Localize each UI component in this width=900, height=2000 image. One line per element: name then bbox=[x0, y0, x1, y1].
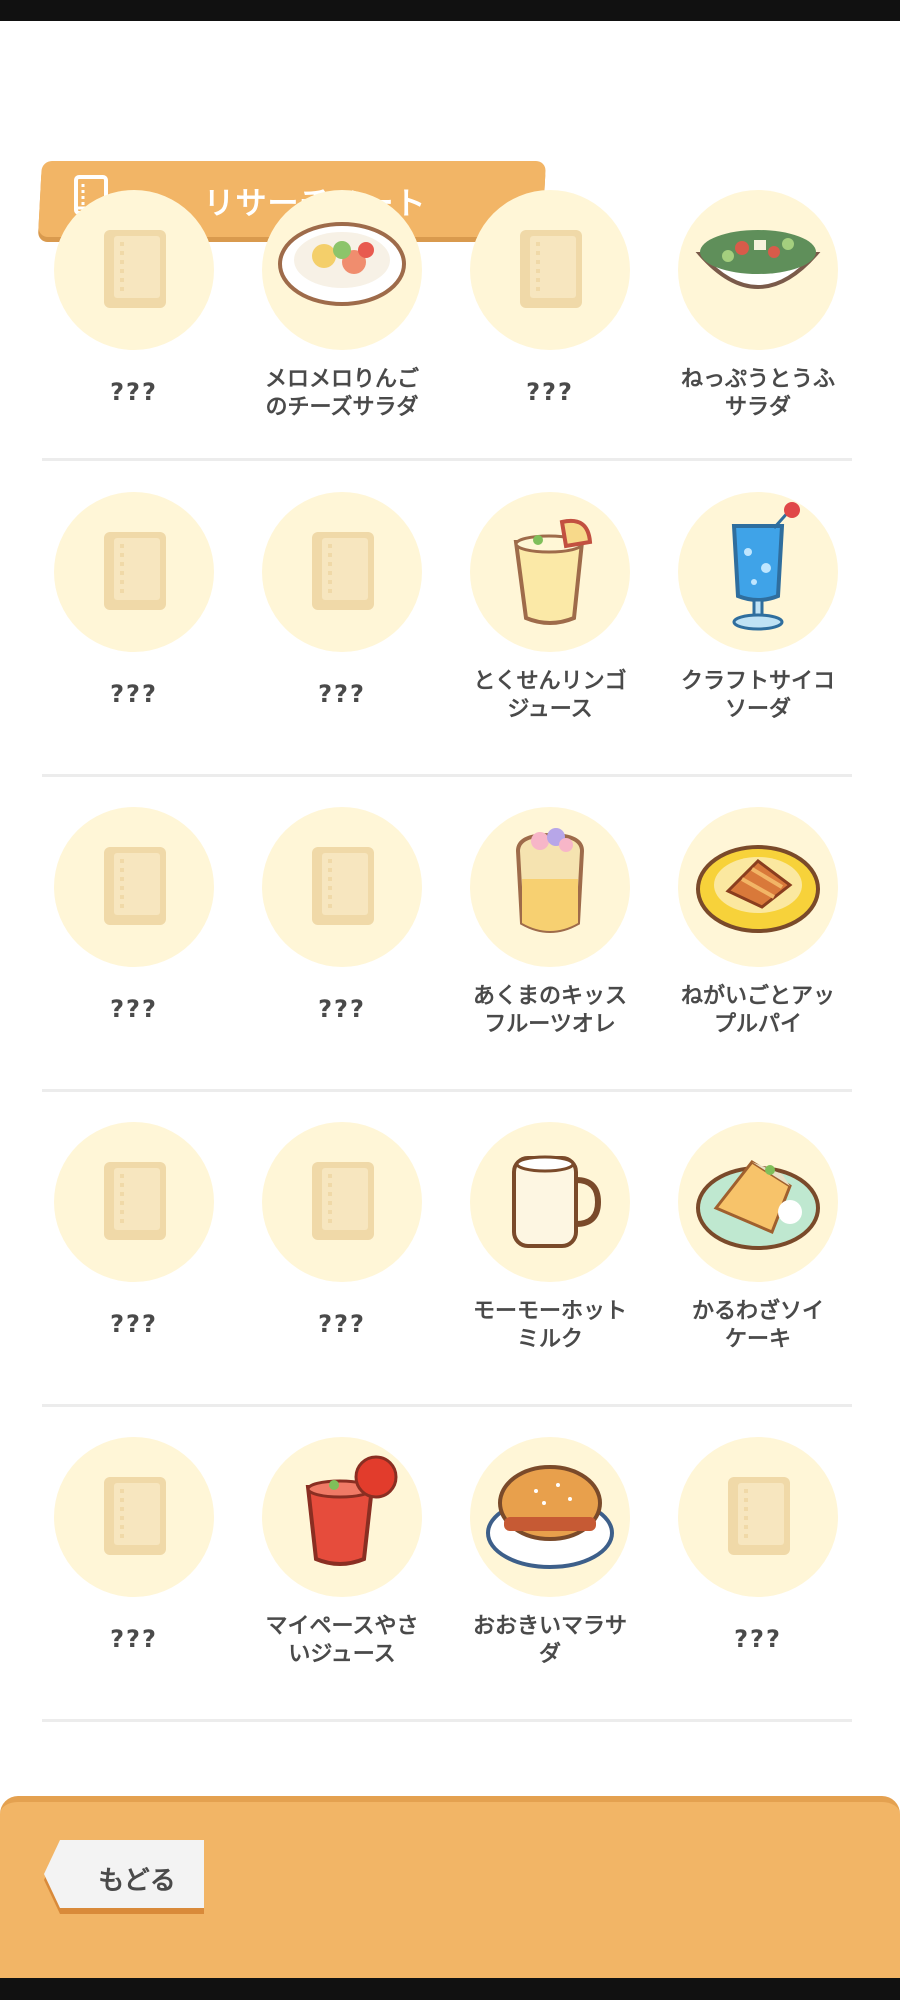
dish-name: ??? bbox=[110, 995, 158, 1023]
row-divider bbox=[42, 1719, 852, 1722]
unknown-book-icon bbox=[470, 190, 630, 350]
unknown-book-icon bbox=[54, 807, 214, 967]
grid-row: ??? ??? とくせんリンゴ ジュース クラフトサイコ ソーダ bbox=[0, 461, 900, 777]
unknown-book-icon bbox=[54, 492, 214, 652]
unknown-book-icon bbox=[262, 492, 422, 652]
dish-name: ??? bbox=[110, 1310, 158, 1338]
dish-name: ??? bbox=[734, 1625, 782, 1653]
tofu-salad-icon bbox=[678, 190, 838, 350]
dish-name: メロメロりんご のチーズサラダ bbox=[264, 367, 419, 420]
grid-row: ??? マイペースやさ いジュース おおきいマラサダ ??? bbox=[0, 1406, 900, 1722]
unknown-book-icon bbox=[262, 807, 422, 967]
grid-row: ??? ??? モーモーホット ミルク かるわざソイ ケーキ bbox=[0, 1091, 900, 1407]
dish-name: モーモーホット ミルク bbox=[472, 1299, 627, 1352]
unknown-book-icon bbox=[54, 1122, 214, 1282]
dish-name: ??? bbox=[110, 680, 158, 708]
apple-cheese-salad-icon bbox=[262, 190, 422, 350]
dish-name: あくまのキッス フルーツオレ bbox=[472, 984, 627, 1037]
dish-name: マイペースやさ いジュース bbox=[265, 1614, 419, 1667]
dish-name: ??? bbox=[318, 1310, 366, 1338]
system-nav-bar bbox=[0, 1978, 900, 2000]
dish-name: おおきいマラサダ bbox=[472, 1614, 627, 1667]
hot-milk-icon bbox=[470, 1122, 630, 1282]
dish-name: ねがいごとアッ プルパイ bbox=[680, 984, 835, 1037]
research-grid: ??? メロメロりんご のチーズサラダ ??? ねっぷうとうふ サラダ ??? … bbox=[0, 190, 900, 1722]
dish-name: ??? bbox=[318, 995, 366, 1023]
unknown-book-icon bbox=[54, 190, 214, 350]
soda-icon bbox=[678, 492, 838, 652]
soy-cake-icon bbox=[678, 1122, 838, 1282]
malasada-icon bbox=[470, 1437, 630, 1597]
dish-name: ねっぷうとうふ サラダ bbox=[680, 367, 835, 420]
apple-pie-icon bbox=[678, 807, 838, 967]
dish-name: ??? bbox=[318, 680, 366, 708]
dish-name: ??? bbox=[110, 378, 158, 406]
vegetable-juice-icon bbox=[262, 1437, 422, 1597]
unknown-book-icon bbox=[678, 1437, 838, 1597]
fruit-au-lait-icon bbox=[470, 807, 630, 967]
unknown-book-icon bbox=[54, 1437, 214, 1597]
back-label: もどる bbox=[98, 1866, 176, 1896]
dish-name: かるわざソイ ケーキ bbox=[691, 1299, 824, 1352]
apple-juice-icon bbox=[470, 492, 630, 652]
grid-row: ??? ??? あくまのキッス フルーツオレ ねがいごとアッ プルパイ bbox=[0, 776, 900, 1092]
dish-name: ??? bbox=[526, 378, 574, 406]
dish-name: クラフトサイコ ソーダ bbox=[680, 669, 835, 722]
dish-name: ??? bbox=[110, 1625, 158, 1653]
back-button[interactable]: もどる bbox=[42, 1838, 208, 1914]
unknown-book-icon bbox=[262, 1122, 422, 1282]
status-bar bbox=[0, 0, 900, 21]
dish-name: とくせんリンゴ ジュース bbox=[473, 669, 627, 722]
